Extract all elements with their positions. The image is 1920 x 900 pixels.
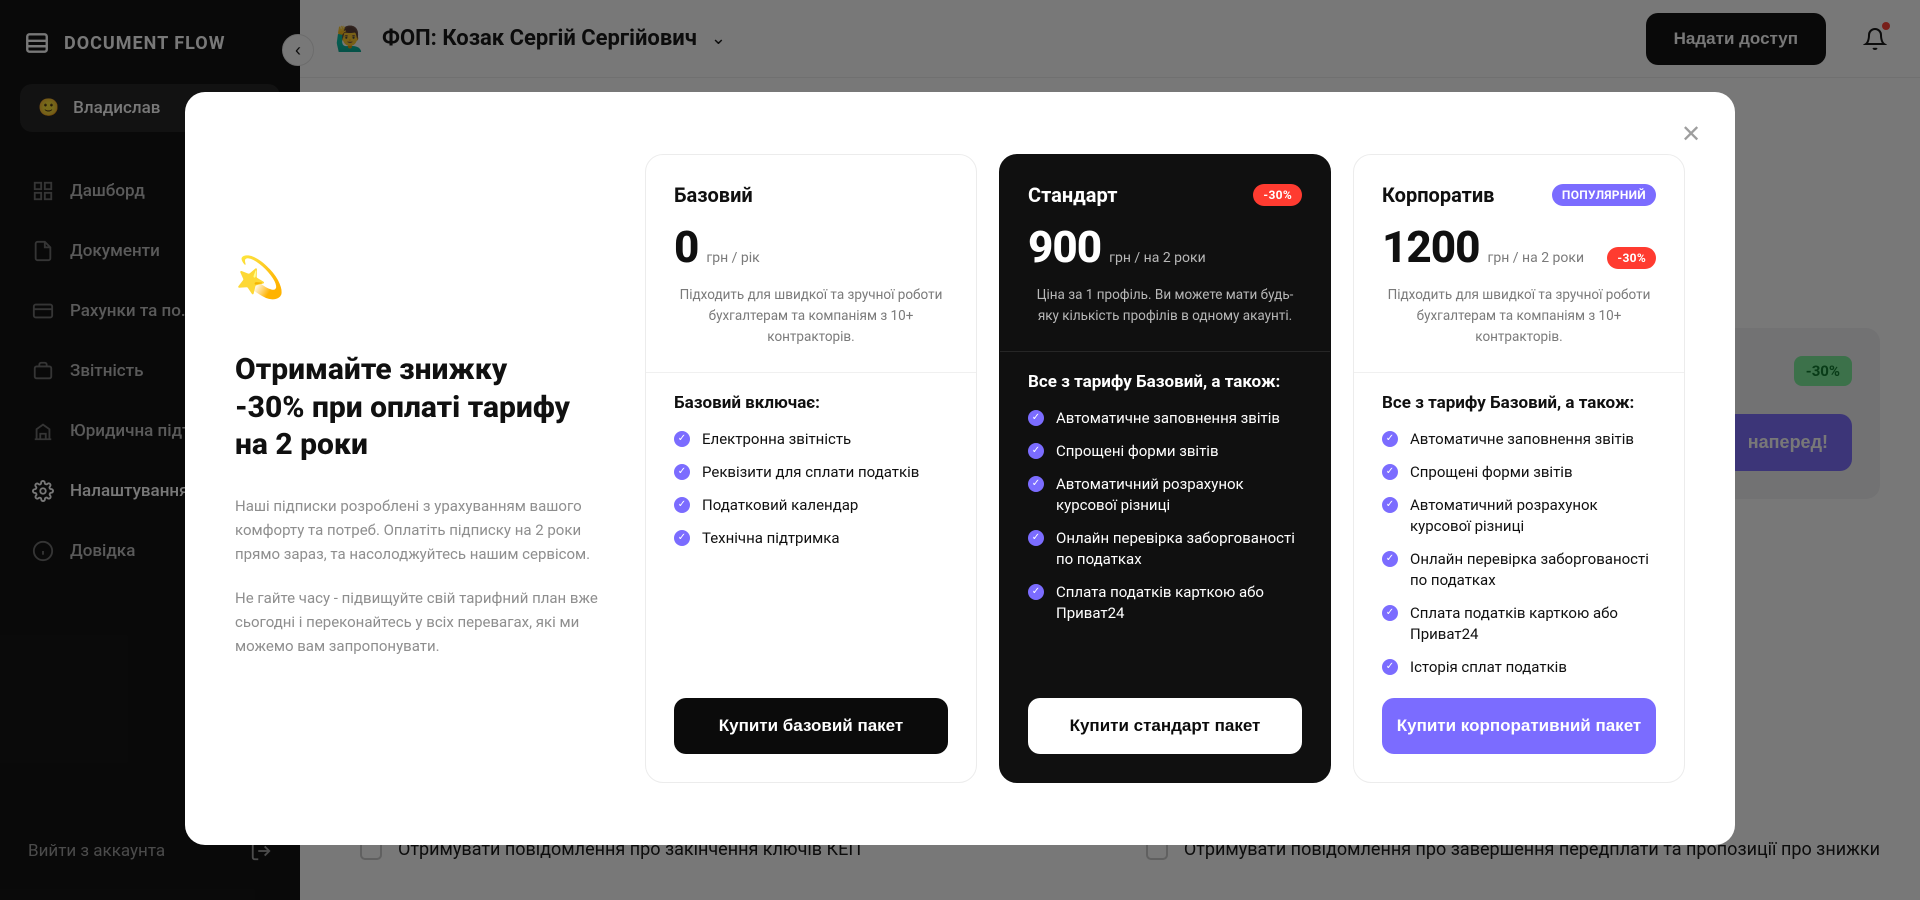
features-title: Базовий включає: — [674, 393, 948, 413]
features-title: Все з тарифу Базовий, а також: — [1382, 393, 1656, 413]
plan-price-unit: грн / на 2 роки — [1109, 250, 1206, 266]
check-icon: ✓ — [1382, 659, 1398, 675]
check-icon: ✓ — [1382, 464, 1398, 480]
feature-item: ✓Реквізити для сплати податків — [674, 462, 948, 483]
feature-item: ✓Технічна підтримка — [674, 528, 948, 549]
check-icon: ✓ — [674, 530, 690, 546]
check-icon: ✓ — [1028, 443, 1044, 459]
feature-item: ✓Автоматичне заповнення звітів — [1028, 408, 1302, 429]
feature-item: ✓Сплата податків карткою або Приват24 — [1028, 582, 1302, 624]
modal-close-button[interactable]: ✕ — [1673, 116, 1709, 152]
close-icon: ✕ — [1681, 120, 1701, 149]
feature-list: ✓Електронна звітність ✓Реквізити для спл… — [674, 429, 948, 549]
promo-title: Отримайте знижку -30% при оплаті тарифу … — [235, 351, 605, 464]
check-icon: ✓ — [674, 431, 690, 447]
check-icon: ✓ — [1382, 551, 1398, 567]
feature-item: ✓Спрощені форми звітів — [1028, 441, 1302, 462]
check-icon: ✓ — [1028, 584, 1044, 600]
promo-column: 💫 Отримайте знижку -30% при оплаті тариф… — [235, 154, 605, 783]
plan-description: Підходить для швидкої та зручної роботи … — [674, 285, 948, 348]
pricing-plans: Базовий 0 грн / рік Підходить для швидко… — [645, 154, 1685, 783]
plan-card-basic: Базовий 0 грн / рік Підходить для швидко… — [645, 154, 977, 783]
check-icon: ✓ — [1382, 431, 1398, 447]
plan-description: Підходить для швидкої та зручної роботи … — [1382, 285, 1656, 348]
check-icon: ✓ — [1028, 476, 1044, 492]
feature-item: ✓Автоматичний розрахунок курсової різниц… — [1382, 495, 1656, 537]
promo-paragraph: Наші підписки розроблені з урахуванням в… — [235, 494, 605, 566]
feature-item: ✓Сплата податків карткою або Приват24 — [1382, 603, 1656, 645]
feature-item: ✓Історія сплат податків — [1382, 657, 1656, 678]
feature-item: ✓Онлайн перевірка заборгованості по пода… — [1028, 528, 1302, 570]
plan-card-standard: Стандарт -30% 900 грн / на 2 роки Ціна з… — [999, 154, 1331, 783]
feature-list: ✓Автоматичне заповнення звітів ✓Спрощені… — [1382, 429, 1656, 678]
plan-price: 0 — [674, 221, 698, 273]
features-title: Все з тарифу Базовий, а також: — [1028, 372, 1302, 392]
plan-card-corporate: Корпоратив ПОПУЛЯРНИЙ 1200 грн / на 2 ро… — [1353, 154, 1685, 783]
feature-item: ✓Автоматичний розрахунок курсової різниц… — [1028, 474, 1302, 516]
popular-badge: ПОПУЛЯРНИЙ — [1552, 184, 1656, 206]
check-icon: ✓ — [1382, 497, 1398, 513]
buy-basic-button[interactable]: Купити базовий пакет — [674, 698, 948, 754]
feature-list: ✓Автоматичне заповнення звітів ✓Спрощені… — [1028, 408, 1302, 624]
check-icon: ✓ — [674, 497, 690, 513]
sparkle-icon: 💫 — [235, 254, 605, 301]
check-icon: ✓ — [674, 464, 690, 480]
check-icon: ✓ — [1382, 605, 1398, 621]
feature-item: ✓Спрощені форми звітів — [1382, 462, 1656, 483]
pricing-modal: ✕ 💫 Отримайте знижку -30% при оплаті тар… — [185, 92, 1735, 845]
discount-badge: -30% — [1607, 247, 1656, 269]
plan-description: Ціна за 1 профіль. Ви можете мати будь-я… — [1028, 285, 1302, 327]
plan-name: Базовий — [674, 183, 753, 207]
feature-item: ✓Онлайн перевірка заборгованості по пода… — [1382, 549, 1656, 591]
discount-badge: -30% — [1253, 184, 1302, 206]
buy-corporate-button[interactable]: Купити корпоративний пакет — [1382, 698, 1656, 754]
plan-name: Стандарт — [1028, 183, 1117, 207]
plan-price: 900 — [1028, 221, 1101, 273]
feature-item: ✓Податковий календар — [674, 495, 948, 516]
plan-name: Корпоратив — [1382, 183, 1494, 207]
feature-item: ✓Електронна звітність — [674, 429, 948, 450]
plan-price: 1200 — [1382, 221, 1480, 273]
plan-price-unit: грн / на 2 роки — [1488, 250, 1585, 266]
feature-item: ✓Автоматичне заповнення звітів — [1382, 429, 1656, 450]
promo-paragraph: Не гайте часу - підвищуйте свій тарифний… — [235, 586, 605, 658]
check-icon: ✓ — [1028, 410, 1044, 426]
check-icon: ✓ — [1028, 530, 1044, 546]
plan-price-unit: грн / рік — [706, 250, 759, 266]
pricing-modal-overlay: ✕ 💫 Отримайте знижку -30% при оплаті тар… — [0, 0, 1920, 900]
buy-standard-button[interactable]: Купити стандарт пакет — [1028, 698, 1302, 754]
